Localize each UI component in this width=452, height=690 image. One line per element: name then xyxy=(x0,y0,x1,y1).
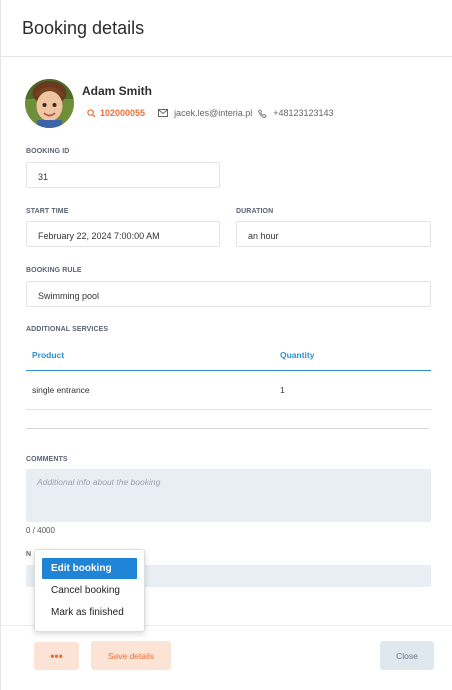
table-row[interactable]: single entrance 1 xyxy=(26,372,431,410)
actions-dropdown-menu: Edit booking Cancel booking Mark as fini… xyxy=(34,549,145,632)
start-time-label: START TIME xyxy=(26,208,69,215)
comments-label: COMMENTS xyxy=(26,456,68,463)
mail-icon xyxy=(158,109,169,117)
column-product: Product xyxy=(32,350,65,360)
booking-id-label: BOOKING ID xyxy=(26,148,70,155)
comments-char-counter: 0 / 4000 xyxy=(26,526,55,535)
customer-phone: +48123123143 xyxy=(273,108,334,118)
additional-services-label: ADDITIONAL SERVICES xyxy=(26,326,109,333)
comments-textarea[interactable]: Additional info about the booking xyxy=(26,469,431,522)
notes-label: N xyxy=(26,551,32,558)
customer-email: jacek.les@interia.pl xyxy=(174,108,253,118)
menu-item-mark-as-finished[interactable]: Mark as finished xyxy=(42,602,137,623)
divider xyxy=(26,428,429,429)
close-button[interactable]: Close xyxy=(380,641,434,670)
booking-rule-label: BOOKING RULE xyxy=(26,267,82,274)
page-title: Booking details xyxy=(22,18,145,38)
start-time-field[interactable]: February 22, 2024 7:00:00 AM xyxy=(26,221,220,247)
more-actions-button[interactable]: ••• xyxy=(34,642,79,670)
booking-details-panel: Booking details Adam Smith 102000055 jac… xyxy=(0,0,452,690)
customer-meta: 102000055 jacek.les@interia.pl +48123123… xyxy=(87,108,334,118)
customer-profile: Adam Smith 102000055 jacek.les@interia.p… xyxy=(25,79,435,131)
booking-rule-field[interactable]: Swimming pool xyxy=(26,281,431,307)
quantity-cell: 1 xyxy=(280,385,285,395)
duration-field[interactable]: an hour xyxy=(236,221,431,247)
save-details-button[interactable]: Save details xyxy=(91,641,171,670)
duration-label: DURATION xyxy=(236,208,274,215)
services-table-header: Product Quantity xyxy=(26,346,431,371)
search-icon xyxy=(87,108,96,118)
panel-header: Booking details xyxy=(1,0,452,57)
phone-icon xyxy=(258,108,267,118)
avatar xyxy=(25,79,74,128)
customer-id-link[interactable]: 102000055 xyxy=(100,108,145,118)
product-cell: single entrance xyxy=(32,385,90,395)
menu-item-cancel-booking[interactable]: Cancel booking xyxy=(42,580,137,601)
column-quantity: Quantity xyxy=(280,350,315,360)
booking-id-field[interactable]: 31 xyxy=(26,162,220,188)
menu-item-edit-booking[interactable]: Edit booking xyxy=(42,558,137,579)
customer-name: Adam Smith xyxy=(82,84,153,98)
